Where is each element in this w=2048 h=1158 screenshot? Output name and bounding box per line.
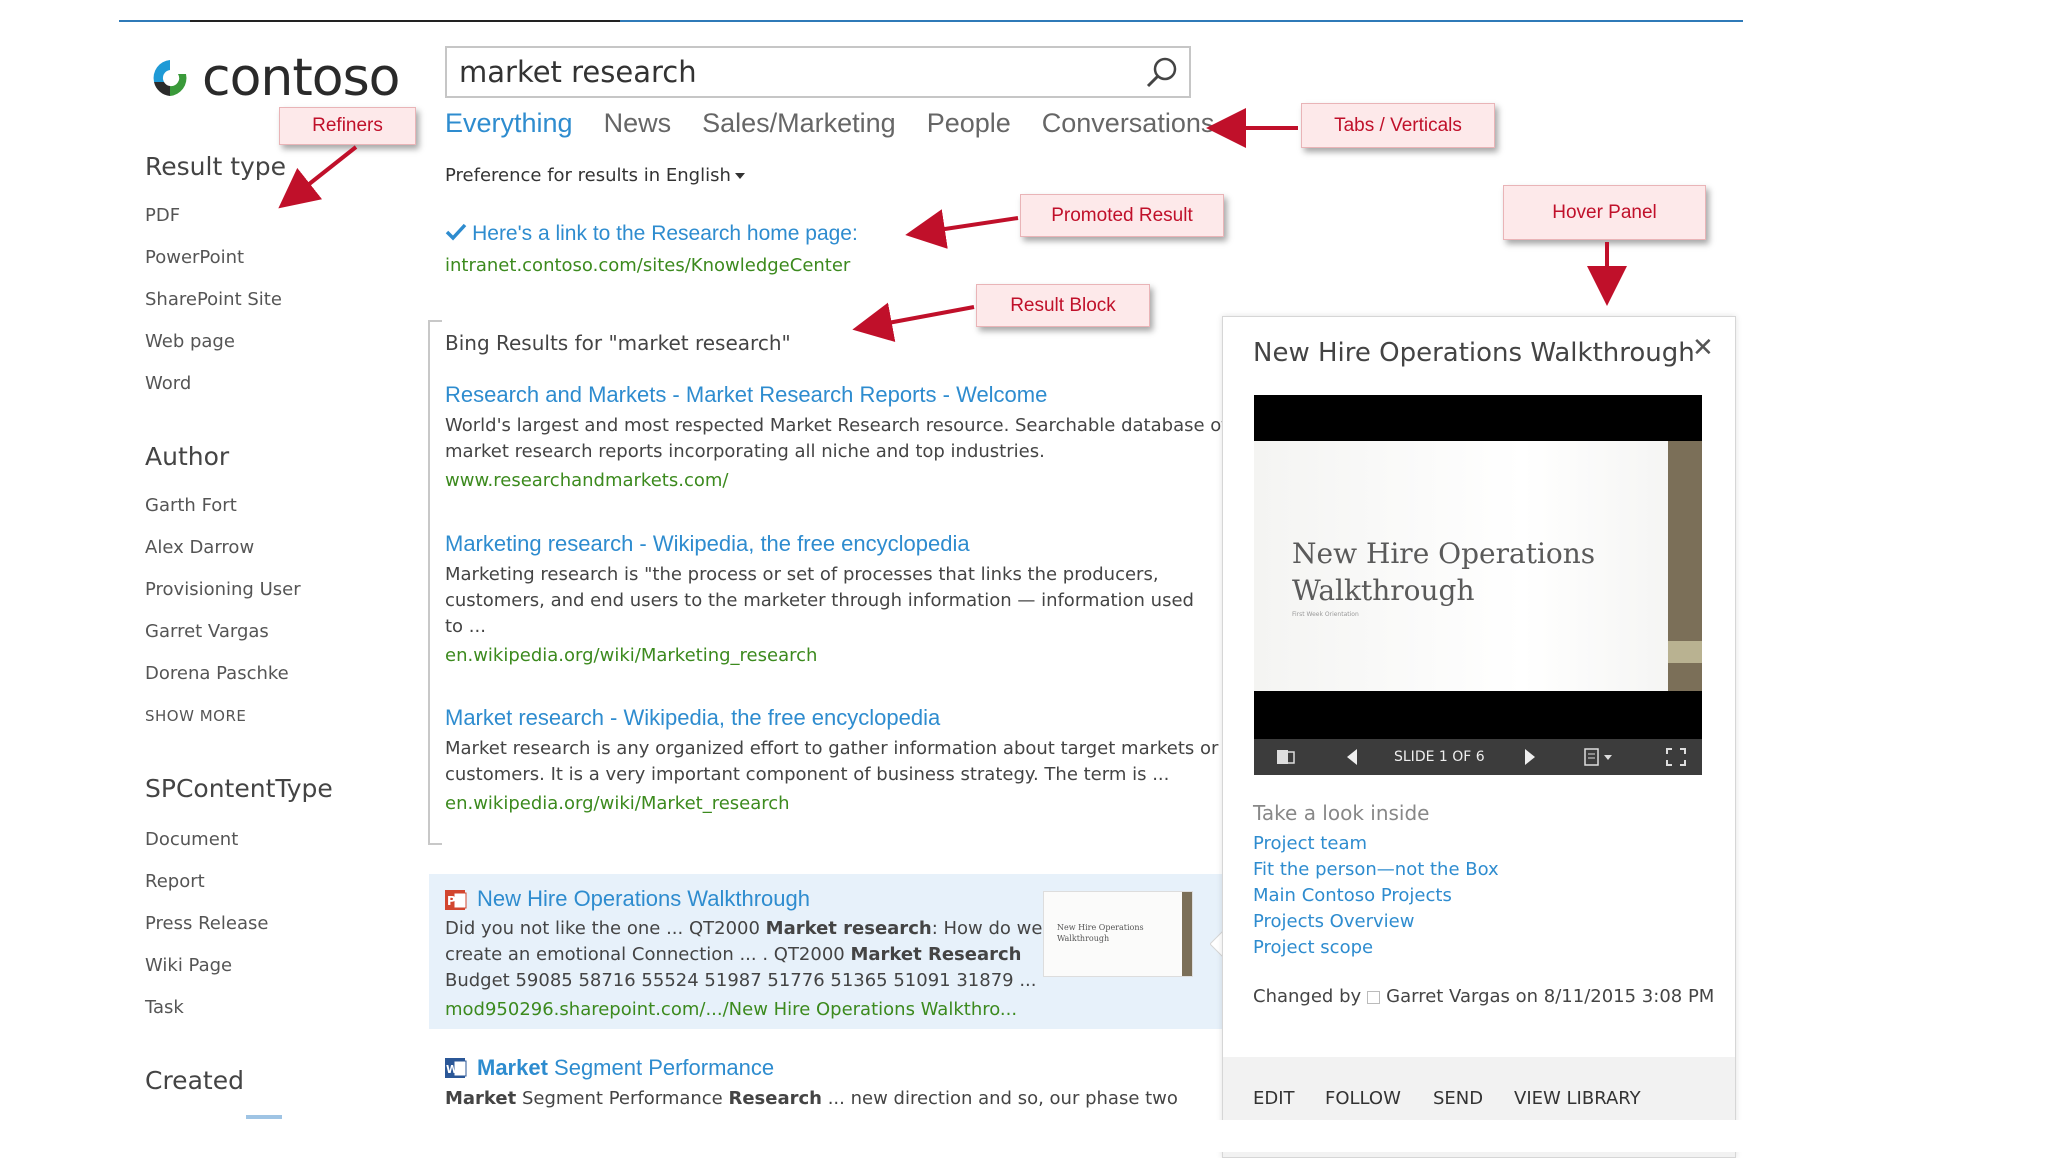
title-bold: Market [477, 1055, 548, 1080]
slide-controls: SLIDE 1 OF 6 [1254, 739, 1702, 775]
result-url[interactable]: mod950296.sharepoint.com/.../New Hire Op… [445, 999, 1017, 1020]
powerpoint-icon: P [445, 890, 467, 910]
result-block-rule [428, 320, 430, 845]
desc-line: Market research is any organized effort … [445, 738, 1219, 759]
desc-text: Segment Performance [516, 1088, 729, 1109]
slide: New Hire Operations Walkthrough First We… [1254, 441, 1702, 691]
result-block-heading: Bing Results for "market research" [445, 331, 791, 355]
slide-counter: SLIDE 1 OF 6 [1394, 749, 1485, 765]
close-icon[interactable]: ✕ [1692, 333, 1714, 363]
send-button[interactable]: SEND [1433, 1088, 1483, 1109]
section-link[interactable]: Project team [1253, 833, 1367, 854]
promoted-url[interactable]: intranet.contoso.com/sites/KnowledgeCent… [445, 255, 850, 276]
result-title-link[interactable]: Market Segment Performance [477, 1055, 774, 1081]
desc-bold: Research [728, 1088, 822, 1109]
changed-by-name: Garret Vargas on 8/11/2015 3:08 PM [1386, 986, 1715, 1007]
powerpoint-open-icon[interactable] [1276, 747, 1296, 767]
result-block-rule-bottom [428, 843, 442, 845]
desc-line: World's largest and most respected Marke… [445, 415, 1228, 436]
result-title[interactable]: Market research - Wikipedia, the free en… [445, 705, 940, 731]
result-description: Market Segment Performance Research ... … [445, 1086, 1178, 1112]
section-link[interactable]: Projects Overview [1253, 911, 1414, 932]
thumbnail-stripe [1182, 892, 1192, 976]
desc-bold: Market research [765, 918, 932, 939]
slide-title-line: Walkthrough [1292, 574, 1475, 607]
changed-by: Changed by Garret Vargas on 8/11/2015 3:0… [1253, 986, 1714, 1007]
desc-line: customers, and end users to the marketer… [445, 590, 1194, 611]
presence-icon [1367, 990, 1381, 1004]
promoted-link[interactable]: Here's a link to the Research home page: [472, 222, 858, 245]
hover-panel-title: New Hire Operations Walkthrough [1253, 338, 1695, 368]
svg-text:W: W [446, 1063, 458, 1076]
view-mode-icon[interactable] [1584, 748, 1616, 766]
desc-text: create an emotional Connection ... . QT2… [445, 944, 851, 965]
slide-title: New Hire Operations Walkthrough [1292, 535, 1595, 609]
result-description: Market research is any organized effort … [445, 736, 1218, 788]
follow-button[interactable]: FOLLOW [1325, 1088, 1401, 1109]
result-description: World's largest and most respected Marke… [445, 413, 1228, 465]
desc-text: Did you not like the one ... QT2000 [445, 918, 766, 939]
desc-line: Did you not like the one ... QT2000 Mark… [445, 916, 1042, 942]
desc-line: to ... [445, 616, 486, 637]
previous-slide-icon[interactable] [1346, 749, 1358, 765]
result-title[interactable]: Research and Markets - Market Research R… [445, 382, 1047, 408]
result-url[interactable]: en.wikipedia.org/wiki/Market_research [445, 793, 790, 814]
section-link[interactable]: Project scope [1253, 937, 1373, 958]
result-title[interactable]: New Hire Operations Walkthrough [477, 886, 810, 912]
result-url[interactable]: en.wikipedia.org/wiki/Marketing_research [445, 645, 817, 666]
next-slide-icon[interactable] [1524, 749, 1536, 765]
slide-preview[interactable]: New Hire Operations Walkthrough First We… [1254, 395, 1702, 775]
desc-line: Marketing research is "the process or se… [445, 564, 1159, 585]
checkmark-icon [445, 223, 467, 241]
desc-text: : How do we [931, 918, 1043, 939]
result-title[interactable]: Marketing research - Wikipedia, the free… [445, 531, 970, 557]
arrow-block [852, 302, 975, 342]
section-link[interactable]: Main Contoso Projects [1253, 885, 1452, 906]
take-a-look-heading: Take a look inside [1253, 801, 1430, 825]
slide-bar-accent [1668, 641, 1702, 663]
desc-line: market research reports incorporating al… [445, 441, 1045, 462]
view-library-button[interactable]: VIEW LIBRARY [1514, 1088, 1641, 1109]
slide-subtitle: First Week Orientation [1292, 611, 1359, 618]
thumbnail-text: New Hire Operations Walkthrough [1057, 923, 1144, 943]
desc-text: ... new direction and so, our phase two [821, 1088, 1178, 1109]
svg-text:P: P [447, 894, 456, 908]
result-thumbnail[interactable]: New Hire Operations Walkthrough [1043, 891, 1193, 977]
title-text: Segment Performance [547, 1055, 775, 1080]
desc-line: Budget 59085 58716 55524 51987 51776 513… [445, 970, 1037, 991]
desc-bold: Market Research [850, 944, 1022, 965]
section-link[interactable]: Fit the person—not the Box [1253, 859, 1499, 880]
desc-line: customers. It is a very important compon… [445, 764, 1170, 785]
desc-bold: Market [445, 1088, 517, 1109]
bottom-edge [0, 1120, 2048, 1152]
arrow-refiners [278, 145, 358, 209]
fullscreen-icon[interactable] [1666, 748, 1686, 766]
result-block-rule-top [428, 320, 442, 322]
promoted-result: Here's a link to the Research home page: [445, 222, 858, 246]
arrow-promoted [905, 209, 1019, 249]
slide-title-line: New Hire Operations [1292, 537, 1596, 570]
desc-line: create an emotional Connection ... . QT2… [445, 942, 1042, 968]
result-description: Did you not like the one ... QT2000 Mark… [445, 916, 1042, 994]
result-url[interactable]: www.researchandmarkets.com/ [445, 470, 728, 491]
word-icon: W [445, 1058, 467, 1078]
result-description: Marketing research is "the process or se… [445, 562, 1194, 640]
changed-by-label: Changed by [1253, 986, 1362, 1007]
edit-button[interactable]: EDIT [1253, 1088, 1295, 1109]
